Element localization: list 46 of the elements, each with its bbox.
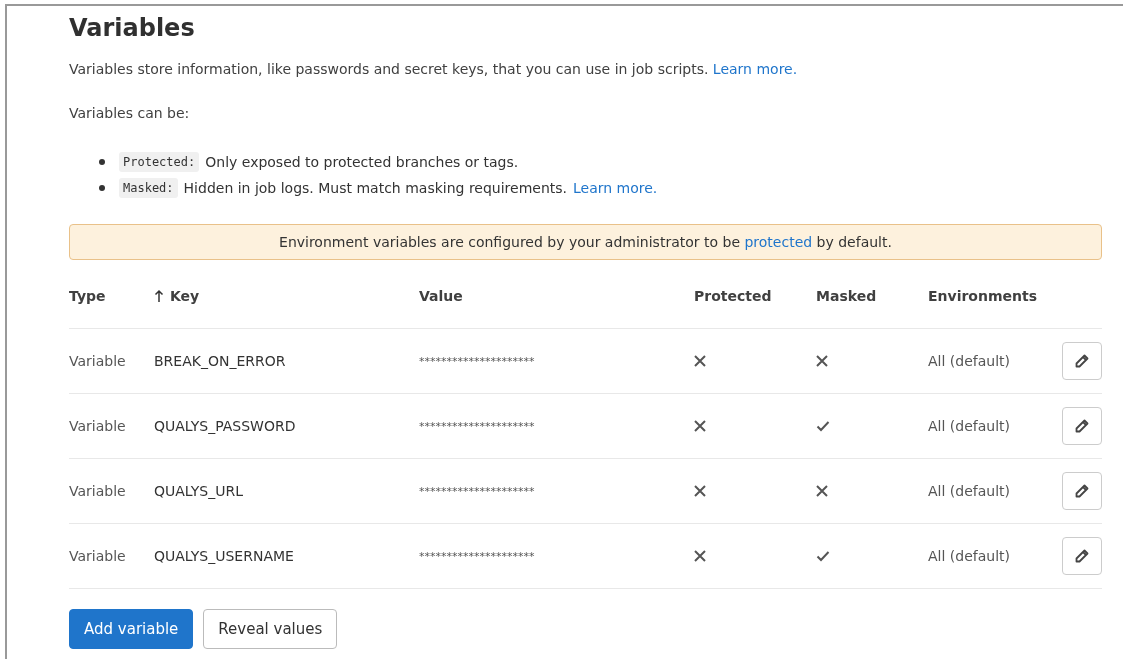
column-header: Masked: [816, 288, 877, 304]
pencil-icon: [1074, 548, 1090, 564]
pencil-icon: [1074, 353, 1090, 369]
bullet-text: Only exposed to protected branches or tags.: [205, 154, 519, 170]
masked-value: *********************: [419, 484, 535, 498]
edit-button[interactable]: [1062, 342, 1102, 380]
intro-text: Variables can be:: [69, 104, 191, 123]
pencil-icon: [1074, 418, 1090, 434]
description-text: Variables store information, like passwords and secret keys, that you can use in job scripts. Learn more.: [69, 60, 799, 79]
table-cell: All (default): [928, 418, 1010, 434]
bullet-text: Hidden in job logs. Must match masking requirements.: [183, 180, 567, 196]
edit-button[interactable]: [1062, 407, 1102, 445]
column-header: Protected: [694, 288, 772, 304]
pencil-icon: [1074, 483, 1090, 499]
code-label: Masked:: [119, 178, 178, 198]
code-label: Protected:: [119, 152, 200, 172]
table-cell: QUALYS_PASSWORD: [154, 418, 296, 434]
learn-more-link[interactable]: Learn more.: [573, 180, 658, 196]
alert-text: Environment variables are configured by your administrator to be protected by default.: [279, 234, 892, 250]
column-header: Environments: [928, 288, 1038, 304]
table-cell: All (default): [928, 353, 1010, 369]
masked-value: *********************: [419, 354, 535, 368]
table-cell: QUALYS_USERNAME: [154, 548, 294, 564]
protected-link[interactable]: protected: [744, 234, 813, 250]
add-variable-button[interactable]: Add variable: [69, 609, 194, 649]
table-cell: Variable: [69, 353, 126, 369]
section-title: Variables: [69, 13, 196, 43]
table-cell: All (default): [928, 483, 1010, 499]
sort-arrow-icon: [154, 289, 164, 303]
table-cell: BREAK_ON_ERROR: [154, 353, 286, 369]
learn-more-link[interactable]: Learn more.: [712, 61, 798, 77]
table-cell: All (default): [928, 548, 1010, 564]
bullet-icon: [99, 185, 105, 191]
column-header: Type: [69, 288, 106, 304]
table-cell: Variable: [69, 483, 126, 499]
column-header: Value: [419, 288, 463, 304]
table-cell: Variable: [69, 548, 126, 564]
edit-button[interactable]: [1062, 472, 1102, 510]
table-cell: Variable: [69, 418, 126, 434]
bullet-icon: [99, 159, 105, 165]
masked-value: *********************: [419, 549, 535, 563]
reveal-values-button[interactable]: Reveal values: [203, 609, 338, 649]
edit-button[interactable]: [1062, 537, 1102, 575]
table-cell: QUALYS_URL: [154, 483, 243, 499]
sort-column-header[interactable]: Key: [154, 288, 200, 304]
masked-value: *********************: [419, 419, 535, 433]
